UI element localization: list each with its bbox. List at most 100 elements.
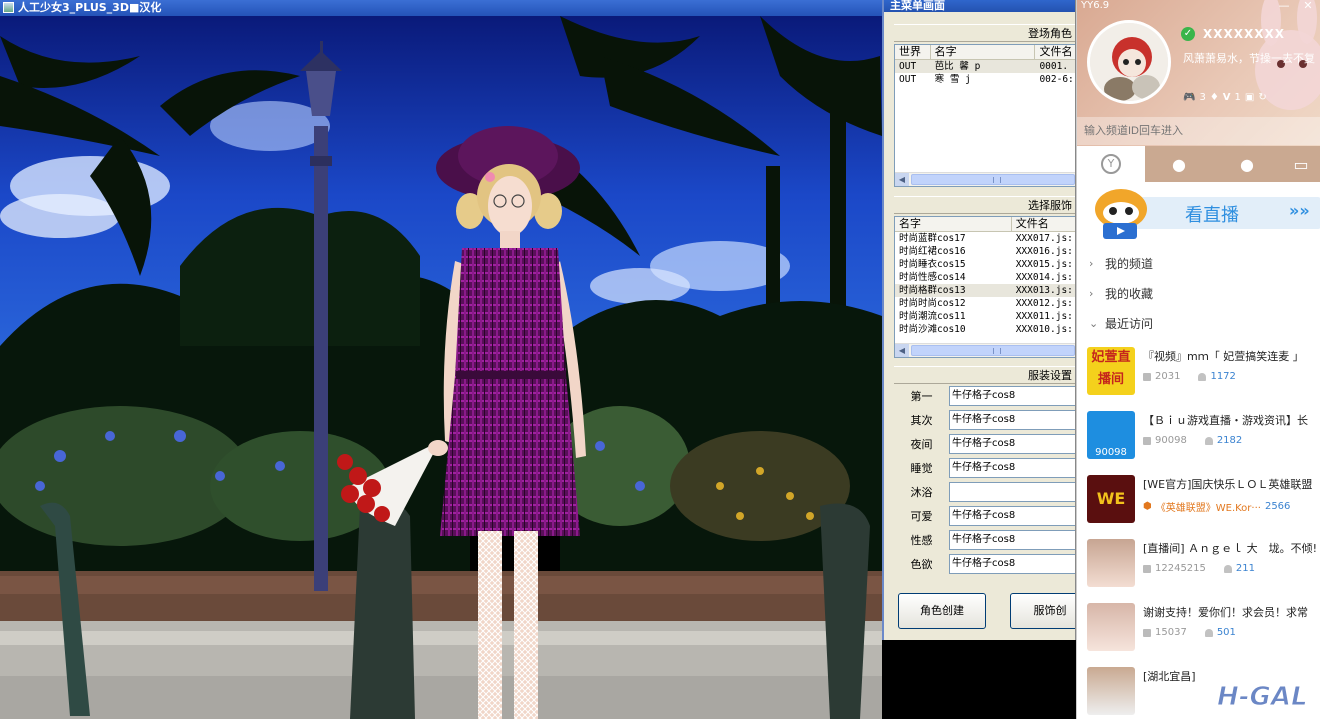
yy-nav-item[interactable]: ⌄ 最近访问 xyxy=(1077,310,1320,338)
outfit-row[interactable]: 时尚红裙cos16 XXX016.js: xyxy=(895,245,1075,258)
scroll-thumb[interactable] xyxy=(911,345,1075,356)
channel-meta: 15037 501 xyxy=(1143,627,1236,638)
outfit-row[interactable]: 时尚潮流cos11 XXX011.js: xyxy=(895,310,1075,323)
channel-item[interactable]: 90098 【Ｂｉｕ游戏直播・游戏资讯】长 90098 2182 xyxy=(1077,407,1320,469)
outfit-setting-row: 沐浴 xyxy=(894,480,1075,504)
outfit-setting-field[interactable]: 牛仔格子cos8 xyxy=(949,458,1075,478)
char-name: 寒 雪 j xyxy=(934,74,971,85)
outfit-setting-field[interactable]: 牛仔格子cos8 xyxy=(949,554,1075,574)
game-scene[interactable] xyxy=(0,16,882,719)
watch-live-banner[interactable]: 看直播 »» xyxy=(1077,183,1320,241)
diamond-icon[interactable]: ♦ xyxy=(1210,92,1219,103)
yy-client-panel: YY6.9 — ✕ ✓ XXXXXXXX 风萧萧易水，节操一去不复 🎮 3 ♦ … xyxy=(1076,0,1320,719)
badge-count: 3 xyxy=(1199,92,1206,103)
outfit-setting-row: 夜间 牛仔格子cos8 xyxy=(894,432,1075,456)
channel-item[interactable]: 谢谢支持！爱你们！求会员！求常 15037 501 xyxy=(1077,599,1320,661)
outfit-setting-row: 色欲 牛仔格子cos8 xyxy=(894,552,1075,576)
outfit-row[interactable]: 时尚蓝群cos17 XXX017.js: xyxy=(895,232,1075,245)
outfit-file: XXX010.js: xyxy=(1015,324,1073,335)
outfit-setting-row: 睡觉 牛仔格子cos8 xyxy=(894,456,1075,480)
yy-nav-label: 我的收藏 xyxy=(1105,287,1154,301)
outfit-name: 时尚性感cos14 xyxy=(899,272,966,283)
channel-name: [WE官方]国庆快乐ＬＯＬ英雄联盟 xyxy=(1143,478,1313,491)
channel-item[interactable]: WE [WE官方]国庆快乐ＬＯＬ英雄联盟 ⬢ 《英雄联盟》WE.Kor··· 2566 xyxy=(1077,471,1320,533)
gift-icon[interactable]: ▣ xyxy=(1245,92,1254,103)
minimize-icon[interactable]: — xyxy=(1273,0,1295,12)
channel-id-icon xyxy=(1143,436,1151,445)
menu-titlebar[interactable]: 主菜单画面 xyxy=(884,0,1075,12)
create-character-button[interactable]: 角色创建 xyxy=(898,593,986,629)
outfit-setting-field[interactable]: 牛仔格子cos8 xyxy=(949,386,1075,406)
scroll-left-icon[interactable]: ◀ xyxy=(895,344,909,357)
game-titlebar[interactable]: 人工少女3_PLUS_3D■汉化 xyxy=(0,0,882,16)
yy-nav-label: 我的频道 xyxy=(1105,257,1154,271)
channel-viewer-count: 2566 xyxy=(1264,501,1291,512)
character-list-scrollbar[interactable]: ◀ xyxy=(895,172,1075,186)
online-status-icon[interactable]: ✓ xyxy=(1181,27,1195,41)
col-file[interactable]: 文件名 xyxy=(1035,45,1075,59)
outfit-row[interactable]: 时尚沙滩cos10 XXX010.js: xyxy=(895,323,1075,336)
outfit-list[interactable]: 名字 文件名 时尚蓝群cos17 XXX017.js: 时尚红裙cos16 XXX01… xyxy=(894,216,1075,358)
channel-item[interactable]: 妃萱直播间 『视频』mｍ「 妃萱搞笑连麦 」 2031 1172 xyxy=(1077,343,1320,405)
outfit-group-title: 选择服饰 xyxy=(894,196,1075,214)
outfit-name: 时尚蓝群cos17 xyxy=(899,233,966,244)
character-row[interactable]: OUT 芭比 馨 p 0001. xyxy=(895,60,1075,73)
outfit-setting-field[interactable]: 牛仔格子cos8 xyxy=(949,410,1075,430)
character-row[interactable]: OUT 寒 雪 j 002-6: xyxy=(895,73,1075,86)
main-menu-panel: 主菜单画面 登场角色 世界 名字 文件名 OUT 芭比 馨 p 0001. OUT 寒 … xyxy=(882,0,1076,640)
gamepad-icon[interactable]: 🎮 xyxy=(1183,92,1195,103)
yy-nav-item[interactable]: › 我的频道 xyxy=(1077,250,1320,278)
outfit-list-scrollbar[interactable]: ◀ xyxy=(895,343,1075,357)
tab-more[interactable]: ▭ xyxy=(1281,146,1320,182)
channel-logo: WE xyxy=(1087,475,1135,523)
chevron-icon: › xyxy=(1089,287,1094,300)
outfit-row[interactable]: 时尚格群cos13 XXX013.js: xyxy=(895,284,1075,297)
col-name[interactable]: 名字 xyxy=(931,45,1036,59)
character-list-header: 世界 名字 文件名 xyxy=(895,45,1075,60)
tab-contacts[interactable]: ● xyxy=(1145,146,1213,182)
col-outfit-name[interactable]: 名字 xyxy=(895,217,1012,231)
tab-groups[interactable]: ● xyxy=(1213,146,1281,182)
chevron-icon: ⌄ xyxy=(1089,317,1099,330)
outfit-row[interactable]: 时尚时尚cos12 XXX012.js: xyxy=(895,297,1075,310)
outfit-row[interactable]: 时尚睡衣cos15 XXX015.js: xyxy=(895,258,1075,271)
yy-profile-header: YY6.9 — ✕ ✓ XXXXXXXX 风萧萧易水，节操一去不复 🎮 3 ♦ … xyxy=(1077,0,1320,146)
game-window: 人工少女3_PLUS_3D■汉化 xyxy=(0,0,882,719)
channel-meta: 2031 1172 xyxy=(1143,371,1236,382)
vip-level: 1 xyxy=(1234,92,1241,103)
channel-logo xyxy=(1087,667,1135,715)
outfit-setting-field[interactable]: 牛仔格子cos8 xyxy=(949,506,1075,526)
col-world[interactable]: 世界 xyxy=(895,45,931,59)
outfit-setting-field[interactable]: 牛仔格子cos8 xyxy=(949,530,1075,550)
outfit-name: 时尚沙滩cos10 xyxy=(899,324,966,335)
signature[interactable]: 风萧萧易水，节操一去不复 xyxy=(1183,50,1315,66)
channel-viewer-count: 211 xyxy=(1235,563,1255,574)
outfit-name: 时尚潮流cos11 xyxy=(899,311,966,322)
tab-home[interactable]: Y xyxy=(1077,146,1145,182)
outfit-row[interactable]: 时尚性感cos14 XXX014.js: xyxy=(895,271,1075,284)
viewer-icon xyxy=(1198,372,1207,381)
refresh-icon[interactable]: ↻ xyxy=(1258,92,1266,103)
character-list[interactable]: 世界 名字 文件名 OUT 芭比 馨 p 0001. OUT 寒 雪 j 002-6: ◀ xyxy=(894,44,1075,187)
channel-id-icon xyxy=(1143,372,1151,381)
channel-name: 谢谢支持！爱你们！求会员！求常 xyxy=(1143,606,1308,619)
scroll-thumb[interactable] xyxy=(911,174,1075,185)
create-outfit-button[interactable]: 服饰创 xyxy=(1010,593,1075,629)
person-icon: ● xyxy=(1172,154,1186,174)
channel-name: [直播间] Ａｎｇｅｌ 大 垅。不倾! xyxy=(1143,542,1317,555)
channel-id: 12245215 xyxy=(1155,563,1206,574)
col-outfit-file[interactable]: 文件名 xyxy=(1012,217,1075,231)
channel-meta: 12245215 211 xyxy=(1143,563,1255,574)
channel-logo-text: 90098 xyxy=(1095,447,1127,458)
close-icon[interactable]: ✕ xyxy=(1297,0,1319,12)
vip-icon[interactable]: V xyxy=(1223,92,1231,103)
channel-item[interactable]: [直播间] Ａｎｇｅｌ 大 垅。不倾! 12245215 211 xyxy=(1077,535,1320,597)
scroll-left-icon[interactable]: ◀ xyxy=(895,173,909,186)
channel-viewer-count: 1172 xyxy=(1210,371,1236,382)
yy-nav-item[interactable]: › 我的收藏 xyxy=(1077,280,1320,308)
outfit-setting-field[interactable] xyxy=(949,482,1075,502)
menu-title: 主菜单画面 xyxy=(890,0,945,12)
avatar[interactable] xyxy=(1087,20,1171,104)
outfit-setting-field[interactable]: 牛仔格子cos8 xyxy=(949,434,1075,454)
channel-id-input[interactable] xyxy=(1077,117,1320,145)
